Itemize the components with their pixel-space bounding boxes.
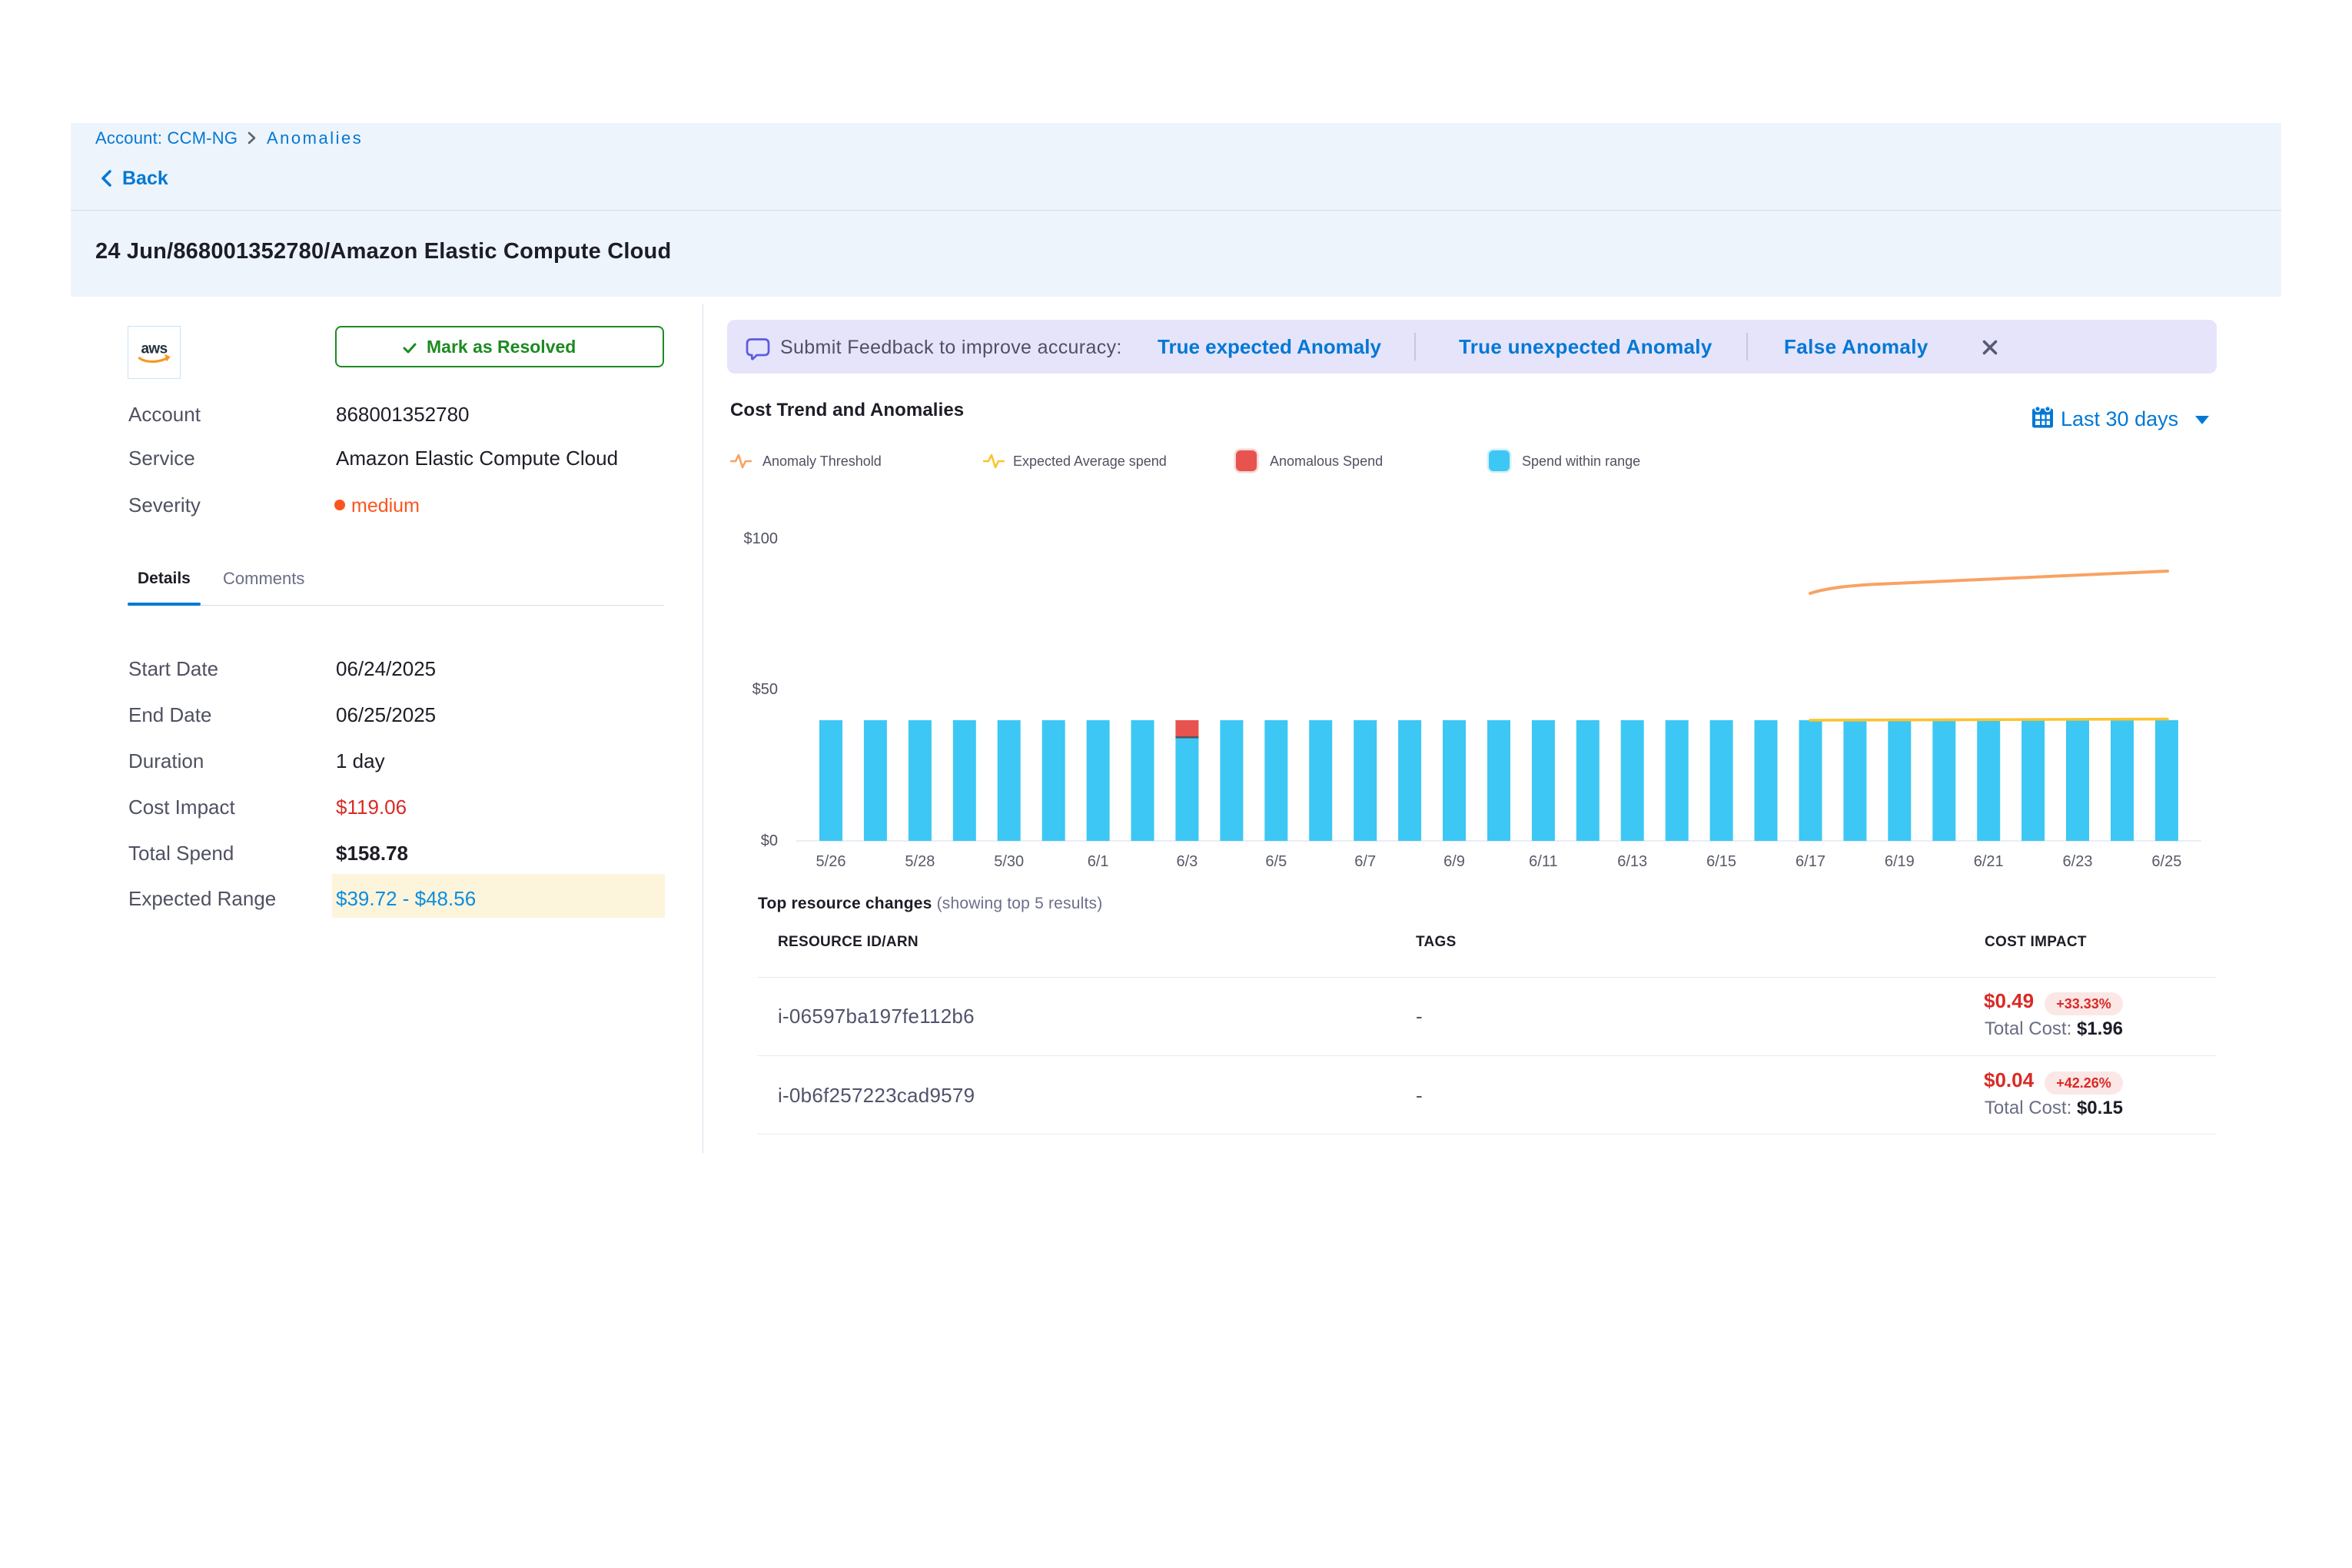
svg-text:6/5: 6/5	[1265, 853, 1287, 870]
svg-text:6/9: 6/9	[1443, 853, 1465, 870]
svg-text:aws: aws	[141, 341, 167, 357]
svg-text:5/30: 5/30	[994, 853, 1024, 870]
svg-text:6/19: 6/19	[1885, 853, 1915, 870]
svg-text:5/28: 5/28	[905, 853, 935, 870]
svg-text:6/15: 6/15	[1706, 853, 1736, 870]
svg-text:6/21: 6/21	[1974, 853, 2004, 870]
svg-text:5/26: 5/26	[816, 853, 846, 870]
svg-text:$50: $50	[752, 681, 778, 698]
svg-text:6/13: 6/13	[1617, 853, 1647, 870]
svg-text:6/3: 6/3	[1176, 853, 1198, 870]
svg-text:$0: $0	[761, 832, 778, 849]
svg-text:6/25: 6/25	[2151, 853, 2181, 870]
svg-text:6/17: 6/17	[1796, 853, 1825, 870]
svg-text:6/1: 6/1	[1088, 853, 1109, 870]
svg-text:$100: $100	[744, 530, 779, 547]
svg-text:6/23: 6/23	[2063, 853, 2093, 870]
svg-text:6/7: 6/7	[1354, 853, 1376, 870]
svg-text:6/11: 6/11	[1529, 853, 1557, 870]
